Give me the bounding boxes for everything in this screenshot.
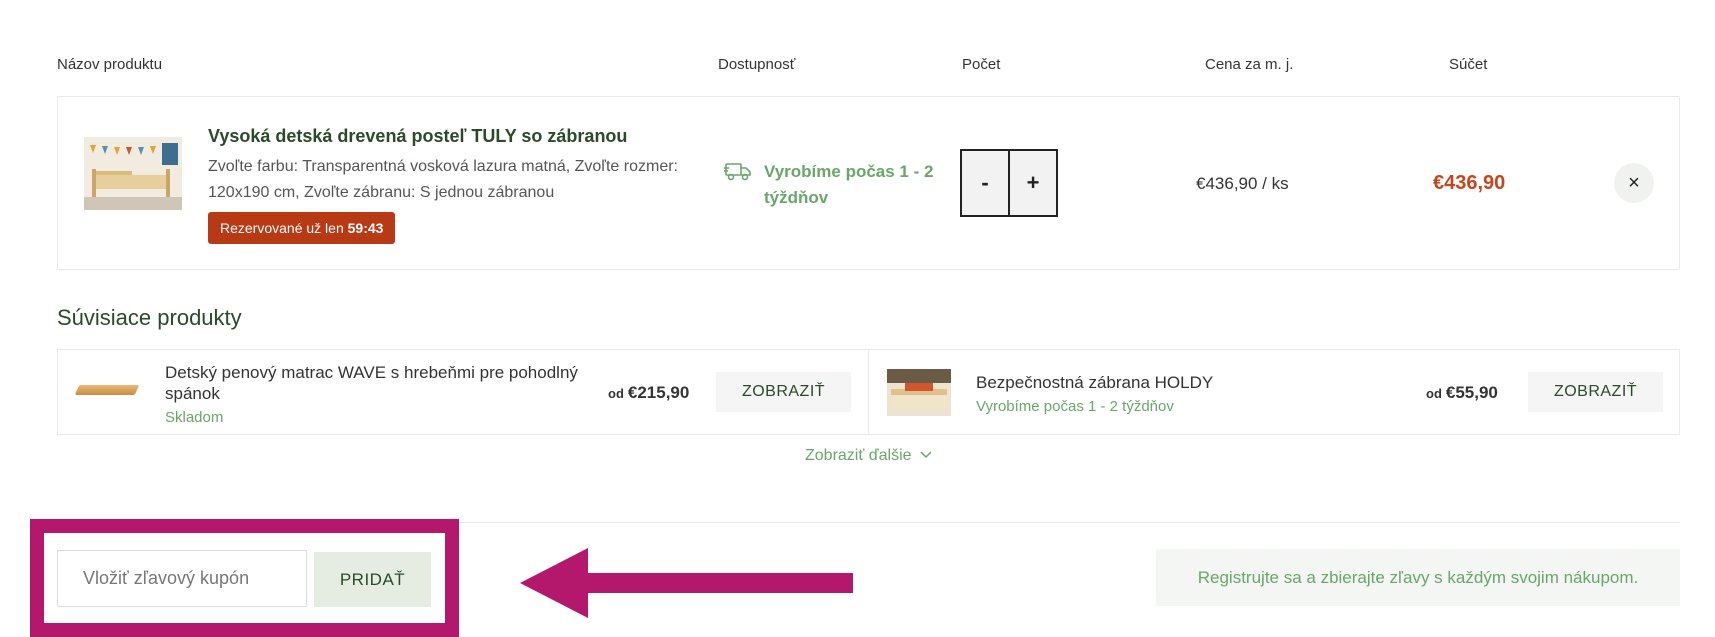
- show-product-button[interactable]: ZOBRAZIŤ: [716, 372, 851, 412]
- chevron-down-icon: [920, 451, 932, 459]
- related-product-name[interactable]: Detský penový matrac WAVE s hrebeňmi pre…: [165, 362, 605, 404]
- price-value: €215,90: [627, 383, 690, 402]
- related-product-stock: Skladom: [165, 409, 224, 426]
- bed-image: [84, 137, 182, 210]
- close-icon: ×: [1628, 171, 1640, 194]
- availability-text: Vyrobíme počas 1 - 2 týždňov: [764, 162, 934, 207]
- related-product-price: od €55,90: [1426, 383, 1498, 403]
- show-more-label: Zobraziť ďalšie: [805, 447, 912, 464]
- related-product-stock: Vyrobíme počas 1 - 2 týždňov: [976, 398, 1174, 415]
- unit-price: €436,90 / ks: [1196, 174, 1289, 193]
- show-more-link[interactable]: Zobraziť ďalšie: [805, 447, 932, 465]
- barrier-thumbnail[interactable]: [887, 369, 951, 416]
- divider: [868, 349, 869, 435]
- reservation-badge: Rezervované už len 59:43: [208, 212, 396, 244]
- increase-button[interactable]: +: [1008, 151, 1056, 215]
- remove-item-button[interactable]: ×: [1614, 163, 1654, 203]
- reservation-timer: 59:43: [347, 220, 384, 236]
- product-thumbnail[interactable]: [84, 137, 182, 210]
- related-product-name[interactable]: Bezpečnostná zábrana HOLDY: [976, 372, 1213, 393]
- show-product-button[interactable]: ZOBRAZIŤ: [1528, 372, 1663, 412]
- truck-icon: [724, 163, 751, 181]
- add-coupon-button[interactable]: PRIDAŤ: [314, 552, 431, 607]
- reservation-label: Rezervované už len: [220, 220, 344, 236]
- price-prefix: od: [608, 386, 624, 401]
- header-total: Súčet: [1449, 56, 1488, 73]
- quantity-stepper[interactable]: - +: [960, 149, 1058, 217]
- mattress-thumbnail[interactable]: [74, 385, 140, 395]
- barrier-image: [887, 369, 951, 416]
- coupon-input[interactable]: [57, 550, 307, 607]
- product-options: Zvoľte farbu: Transparentná vosková lazu…: [208, 158, 678, 201]
- price-prefix: od: [1426, 386, 1442, 401]
- price-value: €55,90: [1445, 383, 1498, 402]
- product-title[interactable]: Vysoká detská drevená posteľ TULY so záb…: [208, 126, 627, 147]
- header-availability: Dostupnosť: [718, 56, 796, 73]
- pointer-arrow-icon: [520, 548, 853, 618]
- decrease-button[interactable]: -: [962, 151, 1008, 215]
- header-product-name: Názov produktu: [57, 56, 163, 73]
- header-unit-price: Cena za m. j.: [1205, 56, 1294, 73]
- header-quantity: Počet: [962, 56, 1001, 73]
- register-promo-link[interactable]: Registrujte sa a zbierajte zľavy s každý…: [1156, 549, 1680, 606]
- related-products-title: Súvisiace produkty: [57, 305, 242, 330]
- line-total: €436,90: [1433, 172, 1506, 194]
- related-product-price: od €215,90: [608, 383, 689, 403]
